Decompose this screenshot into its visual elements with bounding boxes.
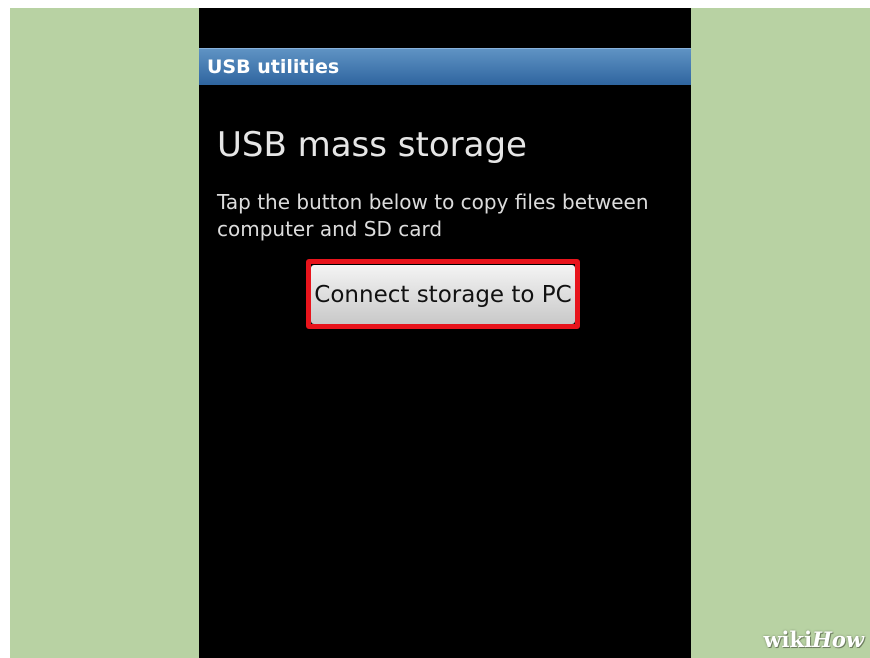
page-title: USB mass storage [217,125,527,165]
connect-storage-button[interactable]: Connect storage to PC [311,265,575,324]
description-text: Tap the button below to copy files betwe… [217,190,649,241]
title-bar-text: USB utilities [207,56,340,78]
wikihow-watermark: wikiHow [763,627,864,652]
title-bar: USB utilities [199,48,691,85]
phone-screen: USB utilities USB mass storage Tap the b… [199,8,691,658]
watermark-wiki: wiki [763,627,813,652]
watermark-how: How [812,627,864,652]
